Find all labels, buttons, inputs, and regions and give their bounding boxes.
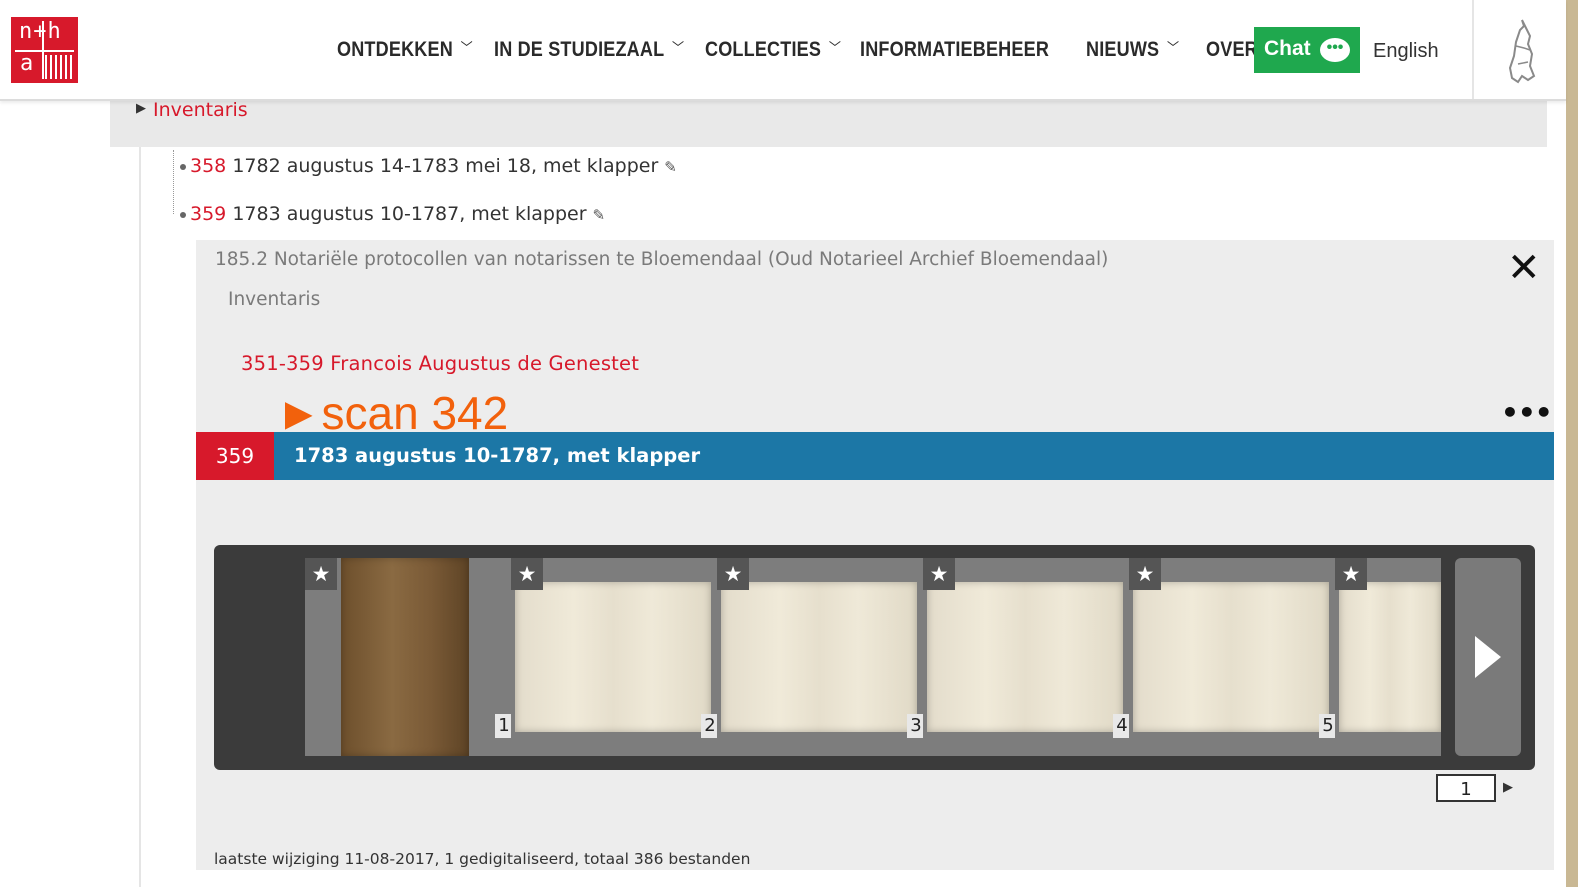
scan-image bbox=[341, 558, 469, 756]
scan-image bbox=[1133, 582, 1329, 732]
chat-label: Chat bbox=[1264, 37, 1311, 60]
tree-root-row: ▶ Inventaris bbox=[110, 99, 1547, 147]
record-number-badge: 359 bbox=[196, 432, 274, 480]
breadcrumb-sub[interactable]: Inventaris bbox=[228, 289, 320, 310]
mascot-figure-icon[interactable] bbox=[1500, 16, 1544, 86]
nha-logo[interactable]: n+h a bbox=[11, 17, 78, 83]
tree-row[interactable]: 359 1783 augustus 10-1787, met klapper ✎ bbox=[172, 203, 605, 225]
series-link[interactable]: 351-359 Francois Augustus de Genestet bbox=[241, 352, 639, 375]
scan-thumbnail[interactable]: ★ 3 bbox=[717, 558, 925, 756]
nav-item-label: IN DE STUDIEZAAL bbox=[494, 38, 665, 61]
scan-thumbnail[interactable]: ★ 1 bbox=[305, 558, 513, 756]
logo-barcode bbox=[45, 55, 73, 79]
nav-item-over[interactable]: OVER bbox=[1206, 38, 1258, 62]
paperclip-icon: ✎ bbox=[664, 158, 677, 176]
arrow-right-icon bbox=[1475, 636, 1501, 678]
nav-item-label: OVER bbox=[1206, 38, 1258, 61]
star-icon[interactable]: ★ bbox=[305, 558, 337, 590]
chat-bubble-icon: ••• bbox=[1320, 38, 1350, 62]
scan-thumbnail[interactable]: ★ 5 bbox=[1129, 558, 1337, 756]
tree-row-text: 1783 augustus 10-1787, met klapper bbox=[232, 203, 587, 225]
star-icon[interactable]: ★ bbox=[923, 558, 955, 590]
header-divider bbox=[1472, 0, 1474, 99]
language-switch-link[interactable]: English bbox=[1373, 40, 1439, 63]
site-header: n+h a ONTDEKKEN ﹀ IN DE STUDIEZAAL ﹀ COLLE… bbox=[0, 0, 1566, 101]
caret-right-icon[interactable]: ▶ bbox=[136, 101, 146, 116]
scan-image bbox=[1339, 582, 1441, 732]
star-icon[interactable]: ★ bbox=[717, 558, 749, 590]
chat-button[interactable]: Chat ••• bbox=[1254, 27, 1360, 73]
star-icon[interactable]: ★ bbox=[1335, 558, 1367, 590]
scan-thumbnail[interactable]: ★ 4 bbox=[923, 558, 1131, 756]
tree-row-number[interactable]: 358 bbox=[190, 155, 226, 177]
star-icon[interactable]: ★ bbox=[1129, 558, 1161, 590]
nav-item-informatiebeheer[interactable]: INFORMATIEBEHEER bbox=[860, 38, 1049, 62]
scan-image bbox=[927, 582, 1123, 732]
chevron-down-icon: ﹀ bbox=[672, 40, 685, 56]
scan-image bbox=[515, 582, 711, 732]
chevron-down-icon: ﹀ bbox=[1167, 40, 1180, 56]
bullet-icon bbox=[180, 212, 186, 218]
record-detail-panel: 185.2 Notariële protocollen van notariss… bbox=[196, 240, 1554, 870]
nav-item-label: NIEUWS bbox=[1086, 38, 1160, 61]
scan-image bbox=[721, 582, 917, 732]
nav-item-nieuws[interactable]: NIEUWS ﹀ bbox=[1086, 38, 1179, 62]
chevron-down-icon: ﹀ bbox=[828, 40, 842, 56]
nav-item-label: COLLECTIES bbox=[705, 38, 822, 61]
nav-item-label: INFORMATIEBEHEER bbox=[860, 38, 1050, 61]
paperclip-icon: ✎ bbox=[592, 206, 606, 224]
bullet-icon bbox=[180, 164, 186, 170]
breadcrumb[interactable]: 185.2 Notariële protocollen van notariss… bbox=[215, 249, 1108, 270]
record-title-bar: 359 1783 augustus 10-1787, met klapper bbox=[196, 432, 1554, 480]
tree-row-number[interactable]: 359 bbox=[190, 203, 226, 225]
nav-item-in-de-studiezaal[interactable]: IN DE STUDIEZAAL ﹀ bbox=[494, 38, 684, 62]
nav-item-label: ONTDEKKEN bbox=[337, 38, 453, 61]
star-icon[interactable]: ★ bbox=[511, 558, 543, 590]
chevron-down-icon: ﹀ bbox=[460, 40, 473, 56]
scan-thumbnail-strip: ★ 1 ★ 2 ★ 3 ★ 4 ★ 5 ★ bbox=[214, 545, 1535, 770]
more-options-icon[interactable]: ••• bbox=[1501, 396, 1553, 429]
logo-top-text: n+h bbox=[19, 19, 62, 44]
scan-thumbnail[interactable]: ★ 2 bbox=[511, 558, 719, 756]
record-title: 1783 augustus 10-1787, met klapper bbox=[294, 444, 701, 467]
page-number-input[interactable]: 1 bbox=[1436, 774, 1496, 802]
tree-root-link[interactable]: Inventaris bbox=[153, 99, 248, 121]
nav-item-ontdekken[interactable]: ONTDEKKEN ﹀ bbox=[337, 38, 473, 62]
close-icon[interactable]: ✕ bbox=[1507, 245, 1541, 291]
tree-row-text: 1782 augustus 14-1783 mei 18, met klappe… bbox=[232, 155, 659, 177]
nav-item-collecties[interactable]: COLLECTIES ﹀ bbox=[705, 38, 841, 62]
left-rule bbox=[139, 147, 141, 887]
tree-row[interactable]: 358 1782 augustus 14-1783 mei 18, met kl… bbox=[172, 155, 677, 177]
scan-thumbnail[interactable]: ★ bbox=[1335, 558, 1441, 756]
logo-bottom-text: a bbox=[20, 51, 34, 76]
record-footer-info: laatste wijziging 11-08-2017, 1 gedigita… bbox=[214, 850, 751, 868]
next-scans-button[interactable] bbox=[1455, 558, 1521, 756]
next-page-icon[interactable]: ▶ bbox=[1503, 780, 1513, 795]
